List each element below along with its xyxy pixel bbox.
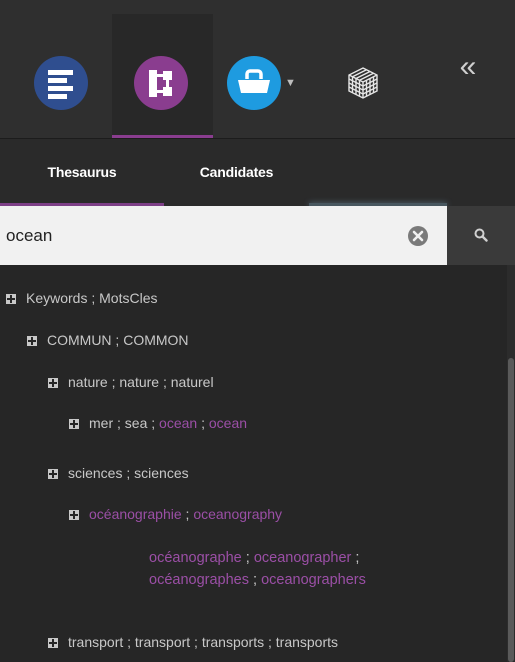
term: nature [119, 374, 160, 390]
basket-tool-button[interactable]: ▼ [218, 14, 308, 138]
list-icon [34, 56, 88, 110]
term: sciences [68, 465, 123, 481]
term: nature [68, 374, 108, 390]
matched-term: océanographes [149, 572, 249, 588]
term: mer [89, 415, 114, 431]
matched-term: oceanographer [253, 550, 352, 566]
matched-term: oceanographers [261, 572, 366, 588]
term: COMMUN [47, 332, 112, 348]
basket-icon [227, 56, 281, 110]
expand-icon[interactable] [48, 378, 58, 388]
tab-candidates[interactable]: Candidates [164, 139, 309, 206]
clear-icon[interactable] [407, 225, 429, 247]
matched-term: oceanography [193, 506, 283, 522]
term: transports [201, 634, 265, 650]
tab-thesaurus[interactable]: Thesaurus [0, 139, 164, 206]
list-tool-button[interactable] [24, 14, 102, 138]
tree-node[interactable]: transport ; transport ; transports ; tra… [48, 633, 338, 651]
matched-term: océanographie [89, 506, 182, 522]
tree-leaf-term[interactable]: océanographe ; oceanographer ; océanogra… [149, 547, 449, 591]
chevron-down-icon[interactable]: ▼ [285, 78, 296, 89]
hierarchy-icon [134, 56, 188, 110]
expand-icon[interactable] [48, 469, 58, 479]
thesaurus-tree: Keywords ; MotsCles COMMUN ; COMMON nature… [0, 265, 507, 662]
term: naturel [170, 374, 214, 390]
tree-node[interactable]: COMMUN ; COMMON [27, 331, 189, 349]
matched-term: ocean [208, 415, 248, 431]
tree-node[interactable]: mer ; sea ; ocean ; ocean [69, 414, 247, 432]
term: Keywords [26, 290, 88, 306]
term: transport [134, 634, 191, 650]
expand-icon[interactable] [69, 510, 79, 520]
expand-icon[interactable] [27, 336, 37, 346]
tree-node[interactable]: Keywords ; MotsCles [6, 289, 158, 307]
collapse-panel-button[interactable]: « [453, 50, 483, 84]
tree-node[interactable]: océanographie ; oceanography [69, 505, 282, 523]
term: sea [124, 415, 148, 431]
expand-icon[interactable] [69, 419, 79, 429]
term: MotsCles [99, 290, 158, 306]
search-bar [0, 206, 515, 265]
term: transport [68, 634, 124, 650]
cube-icon [348, 67, 378, 99]
tree-node[interactable]: sciences ; sciences [48, 464, 189, 482]
hierarchy-tool-button[interactable] [112, 14, 213, 138]
search-input[interactable] [0, 206, 447, 265]
matched-term: océanographe [149, 550, 242, 566]
matched-term: ocean [159, 415, 198, 431]
search-icon [474, 228, 488, 242]
term: sciences [134, 465, 189, 481]
term: COMMON [123, 332, 189, 348]
scrollbar-thumb[interactable] [508, 358, 514, 662]
cube-tool-button[interactable] [318, 14, 408, 138]
tab-bar: Thesaurus Candidates [0, 139, 515, 206]
search-button[interactable] [447, 206, 515, 265]
toolbar: ▼ « [0, 0, 515, 139]
tree-node[interactable]: nature ; nature ; naturel [48, 373, 214, 391]
term: transports [275, 634, 339, 650]
expand-icon[interactable] [48, 638, 58, 648]
expand-icon[interactable] [6, 294, 16, 304]
